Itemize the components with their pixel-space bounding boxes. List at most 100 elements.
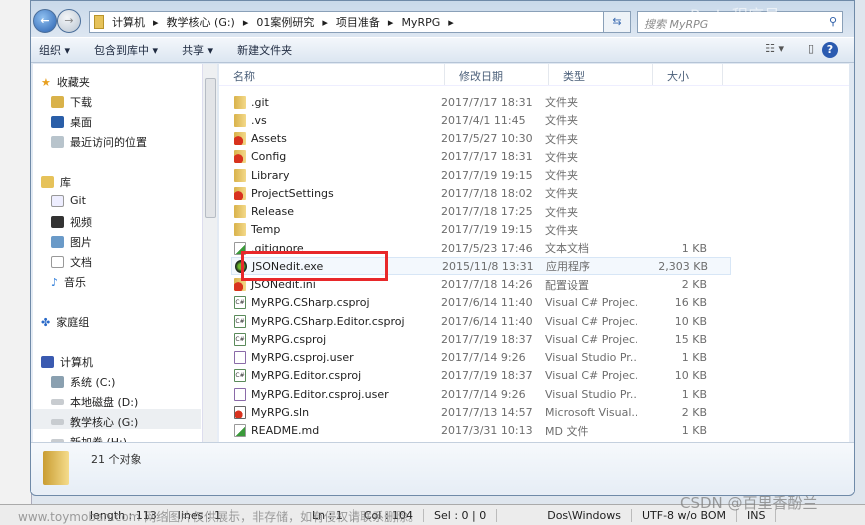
nav-pictures[interactable]: 图片 bbox=[51, 234, 92, 250]
include-library-button[interactable]: 包含到库中 ▾ bbox=[94, 42, 158, 58]
share-button[interactable]: 共享 ▾ bbox=[182, 42, 213, 58]
nav-drive-g[interactable]: 教学核心 (G:) bbox=[51, 414, 138, 430]
file-type: 文件夹 bbox=[545, 169, 578, 182]
refresh-button[interactable]: ⇆ bbox=[603, 11, 631, 33]
file-row[interactable]: C# MyRPG.CSharp.csproj 2017/6/14 11:40 Vi… bbox=[231, 294, 731, 312]
user-file-icon bbox=[234, 351, 246, 364]
new-folder-button[interactable]: 新建文件夹 bbox=[237, 42, 292, 58]
nav-music[interactable]: ♪ 音乐 bbox=[51, 274, 86, 290]
file-name-cell: Library bbox=[231, 168, 441, 182]
navigation-pane: ★ 收藏夹 下载 桌面 最近访问的位置 库 Git 视频 图片 文档 ♪ 音乐 ✤ 家… bbox=[33, 64, 217, 442]
column-date[interactable]: 修改日期 bbox=[445, 64, 549, 85]
nav-homegroup[interactable]: ✤ 家庭组 bbox=[41, 314, 89, 330]
folder-file-icon bbox=[234, 168, 246, 182]
breadcrumb-prep[interactable]: 项目准备 bbox=[336, 14, 380, 30]
file-name-cell: Temp bbox=[231, 223, 441, 237]
organize-button[interactable]: 组织 ▾ bbox=[39, 42, 70, 58]
file-date: 2017/3/31 10:13 bbox=[441, 424, 533, 437]
file-date: 2017/7/18 18:02 bbox=[441, 186, 533, 200]
file-row[interactable]: MyRPG.sln 2017/7/13 14:57 Microsoft Visu… bbox=[231, 403, 731, 421]
nav-favorites[interactable]: ★ 收藏夹 bbox=[41, 74, 90, 90]
svn-file-icon bbox=[234, 186, 246, 200]
file-row[interactable]: Release 2017/7/18 17:25 文件夹 bbox=[231, 203, 731, 221]
file-row[interactable]: README.md 2017/3/31 10:13 MD 文件 1 KB bbox=[231, 422, 731, 440]
nav-videos[interactable]: 视频 bbox=[51, 214, 92, 230]
help-icon[interactable]: ? bbox=[822, 42, 838, 58]
file-row[interactable]: Config 2017/7/17 18:31 文件夹 bbox=[231, 148, 731, 166]
file-row[interactable]: C# MyRPG.CSharp.Editor.csproj 2017/6/14 1… bbox=[231, 312, 731, 330]
file-name-cell: .vs bbox=[231, 113, 441, 127]
file-type: 文本文档 bbox=[545, 242, 589, 255]
file-row[interactable]: C# MyRPG.Editor.csproj 2017/7/19 18:37 Vi… bbox=[231, 367, 731, 385]
file-row[interactable]: MyRPG.Editor.csproj.user 2017/7/14 9:26 … bbox=[231, 385, 731, 403]
music-icon: ♪ bbox=[51, 275, 59, 289]
column-name[interactable]: 名称 bbox=[219, 64, 445, 85]
nav-computer[interactable]: 计算机 bbox=[41, 354, 93, 370]
homegroup-icon: ✤ bbox=[41, 315, 51, 329]
computer-icon bbox=[41, 356, 54, 368]
file-date: 2017/7/19 19:15 bbox=[441, 223, 533, 237]
folder-file-icon bbox=[234, 223, 246, 237]
nav-drive-h[interactable]: 新加卷 (H:) bbox=[51, 434, 127, 442]
nav-drive-d[interactable]: 本地磁盘 (D:) bbox=[51, 394, 138, 410]
file-name-cell: C# MyRPG.CSharp.Editor.csproj bbox=[231, 314, 441, 328]
breadcrumb-myrpg[interactable]: MyRPG bbox=[401, 16, 440, 29]
file-row[interactable]: C# MyRPG.csproj 2017/7/19 18:37 Visual C#… bbox=[231, 330, 731, 348]
breadcrumb-drive[interactable]: 教学核心 (G:) bbox=[167, 14, 235, 30]
column-size[interactable]: 大小 bbox=[653, 64, 723, 85]
file-name-cell: MyRPG.csproj.user bbox=[231, 351, 441, 364]
file-name: ProjectSettings bbox=[251, 186, 334, 200]
star-icon: ★ bbox=[41, 75, 51, 89]
file-date: 2017/7/18 14:26 bbox=[441, 278, 533, 291]
file-name: Release bbox=[251, 205, 294, 218]
folder-file-icon bbox=[234, 95, 246, 109]
file-size: 2,303 KB bbox=[658, 259, 708, 273]
file-row[interactable]: .vs 2017/4/1 11:45 文件夹 bbox=[231, 111, 731, 129]
file-row[interactable]: Assets 2017/5/27 10:30 文件夹 bbox=[231, 130, 731, 148]
file-name: MyRPG.csproj bbox=[251, 332, 327, 346]
forward-button[interactable]: → bbox=[57, 9, 81, 33]
file-type: 文件夹 bbox=[545, 150, 578, 164]
nav-documents[interactable]: 文档 bbox=[51, 254, 92, 270]
status-eol: Dos\Windows bbox=[537, 508, 632, 522]
breadcrumb-case[interactable]: 01案例研究 bbox=[256, 14, 314, 30]
file-row[interactable]: ProjectSettings 2017/7/18 18:02 文件夹 bbox=[231, 184, 731, 202]
file-date: 2017/7/13 14:57 bbox=[441, 405, 533, 419]
address-bar[interactable]: 计算机 ▸ 教学核心 (G:) ▸ 01案例研究 ▸ 项目准备 ▸ MyRPG ▸ bbox=[89, 11, 629, 33]
file-size: 1 KB bbox=[681, 241, 707, 255]
preview-pane-icon[interactable]: ▯ bbox=[808, 42, 814, 55]
file-name: MyRPG.CSharp.Editor.csproj bbox=[251, 314, 405, 328]
nav-downloads[interactable]: 下载 bbox=[51, 94, 92, 110]
nav-recent[interactable]: 最近访问的位置 bbox=[51, 134, 147, 150]
nav-libraries[interactable]: 库 bbox=[41, 174, 71, 190]
watermark-csdn: CSDN @百里香酚兰 bbox=[680, 494, 818, 512]
system-drive-icon bbox=[51, 376, 64, 388]
txt-file-icon bbox=[234, 424, 246, 437]
folder-file-icon bbox=[234, 113, 246, 127]
file-row[interactable]: .git 2017/7/17 18:31 文件夹 bbox=[231, 93, 731, 111]
file-type: 文件夹 bbox=[545, 187, 578, 201]
back-button[interactable]: ← bbox=[33, 9, 57, 33]
nav-desktop[interactable]: 桌面 bbox=[51, 114, 92, 130]
file-row[interactable]: Temp 2017/7/19 19:15 文件夹 bbox=[231, 221, 731, 239]
video-icon bbox=[51, 216, 64, 228]
file-name: Assets bbox=[251, 132, 287, 145]
view-options-icon[interactable]: ☷ ▾ bbox=[765, 42, 784, 55]
column-type[interactable]: 类型 bbox=[549, 64, 653, 85]
nav-scrollbar-thumb[interactable] bbox=[205, 78, 216, 218]
nav-git[interactable]: Git bbox=[51, 194, 86, 207]
file-row[interactable]: MyRPG.csproj.user 2017/7/14 9:26 Visual … bbox=[231, 349, 731, 367]
breadcrumb-computer[interactable]: 计算机 bbox=[112, 14, 145, 30]
file-date: 2017/7/14 9:26 bbox=[441, 351, 526, 364]
cs-file-icon: C# bbox=[234, 332, 246, 346]
nav-scrollbar[interactable] bbox=[202, 64, 217, 442]
file-date: 2017/4/1 11:45 bbox=[441, 113, 526, 127]
user-file-icon bbox=[234, 387, 246, 401]
file-row[interactable]: Library 2017/7/19 19:15 文件夹 bbox=[231, 166, 731, 184]
file-name: MyRPG.Editor.csproj.user bbox=[251, 387, 389, 401]
nav-drive-c[interactable]: 系统 (C:) bbox=[51, 374, 115, 390]
file-date: 2017/5/23 17:46 bbox=[441, 241, 533, 255]
file-name-cell: Assets bbox=[231, 132, 441, 145]
file-type: Visual C# Projec... bbox=[545, 296, 637, 310]
file-type: Visual C# Projec... bbox=[545, 332, 637, 346]
